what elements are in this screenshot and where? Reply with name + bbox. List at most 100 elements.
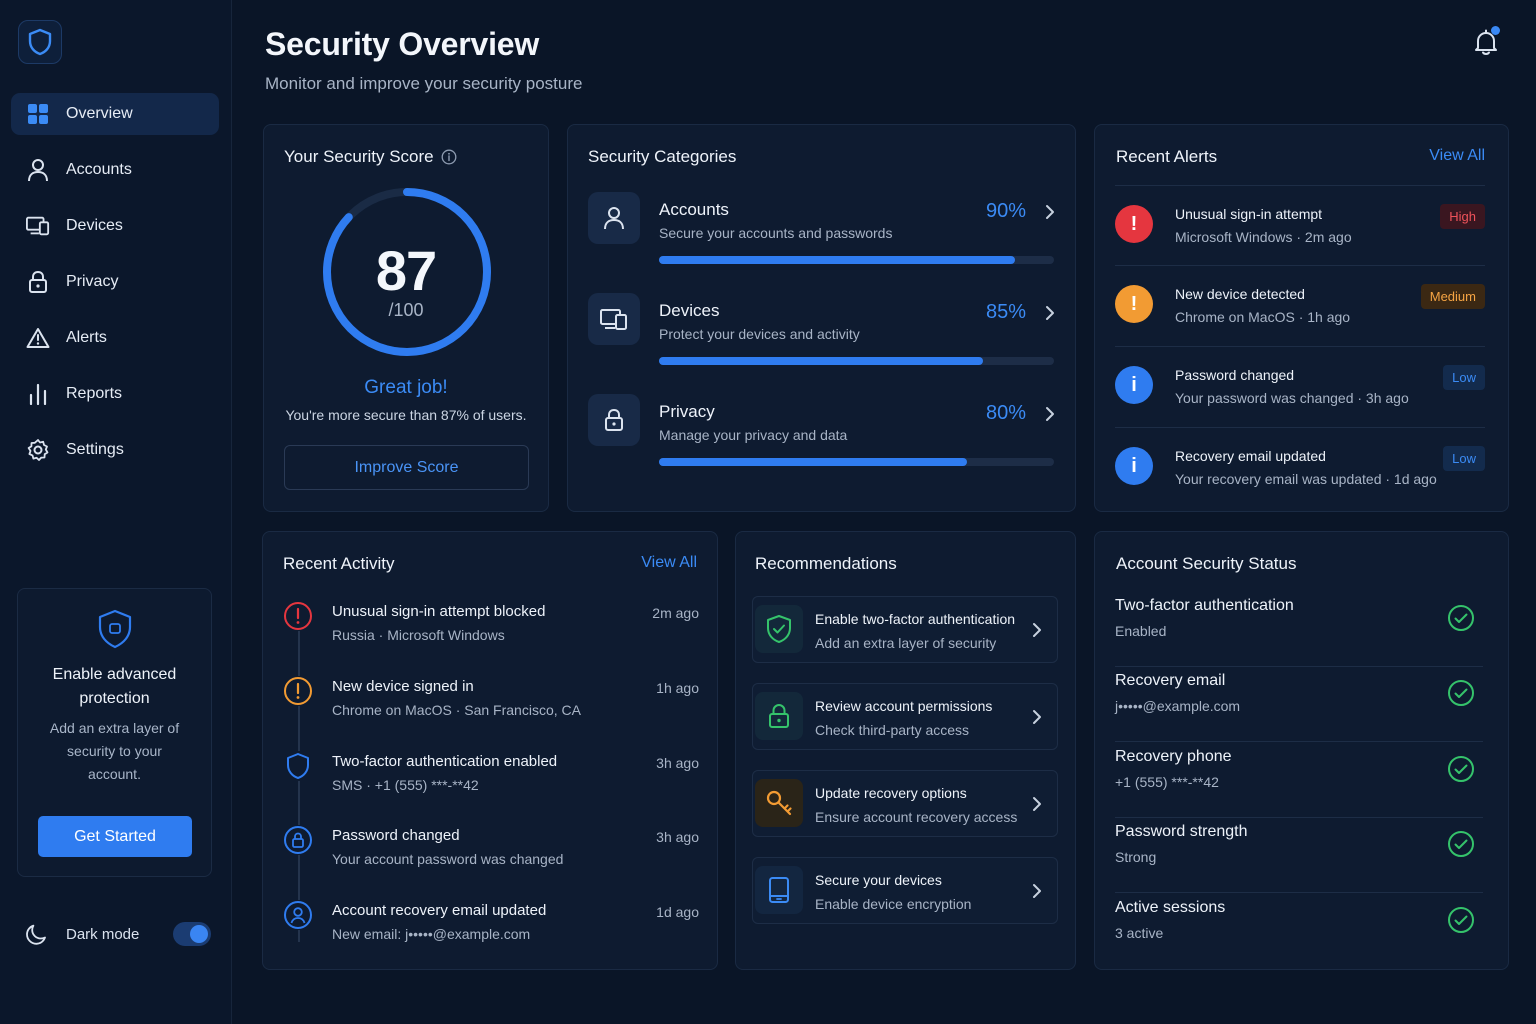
category-name: Privacy: [659, 402, 715, 421]
page-subtitle: Monitor and improve your security postur…: [265, 74, 583, 93]
status-item-title: Active sessions: [1115, 899, 1226, 916]
improve-score-button[interactable]: Improve Score: [284, 445, 529, 490]
alert-warning-icon: !: [1115, 285, 1153, 323]
score-card-title: Your Security Score: [284, 147, 434, 166]
activity-item[interactable]: New device signed in Chrome on MacOS · S…: [283, 676, 699, 746]
sidebar-item-devices[interactable]: Devices: [11, 205, 219, 247]
lock-icon: [26, 270, 50, 294]
check-circle-icon: [1448, 831, 1474, 857]
activity-title: Recent Activity: [283, 554, 395, 573]
status-item-value: 3 active: [1115, 925, 1164, 941]
alert-subtitle: Microsoft Windows · 2m ago: [1175, 229, 1352, 245]
lock-icon: [588, 394, 640, 446]
category-description: Manage your privacy and data: [659, 427, 848, 443]
dark-mode-toggle[interactable]: [173, 922, 211, 946]
activity-view-all-link[interactable]: View All: [641, 554, 697, 572]
sidebar-item-label: Devices: [66, 217, 123, 234]
shield-icon: [95, 609, 135, 649]
alert-item[interactable]: i Recovery email updated Your recovery e…: [1115, 427, 1485, 507]
categories-title: Security Categories: [588, 147, 737, 166]
alerts-title: Recent Alerts: [1116, 147, 1218, 166]
severity-badge-low: Low: [1443, 365, 1485, 390]
alert-title: Unusual sign-in attempt: [1175, 206, 1323, 222]
sidebar-item-accounts[interactable]: Accounts: [11, 149, 219, 191]
gear-icon: [26, 438, 50, 462]
dark-mode-row: Dark mode: [25, 918, 215, 950]
recommendation-item[interactable]: Review account permissions Check third-p…: [752, 683, 1058, 750]
category-progress-track: [659, 458, 1054, 466]
category-description: Protect your devices and activity: [659, 326, 860, 342]
get-started-button[interactable]: Get Started: [38, 816, 192, 857]
alert-subtitle: Your password was changed · 3h ago: [1175, 390, 1409, 406]
bar-chart-icon: [26, 382, 50, 406]
tablet-icon: [755, 866, 803, 914]
recommendation-title: Secure your devices: [815, 872, 942, 888]
toggle-knob: [190, 925, 208, 943]
account-security-status-card: Account Security Status Two-factor authe…: [1094, 531, 1509, 970]
status-item-value: Strong: [1115, 849, 1157, 865]
grid-icon: [26, 102, 50, 126]
score-max: /100: [388, 300, 424, 320]
recommendation-title: Update recovery options: [815, 785, 967, 801]
chevron-right-icon[interactable]: [1042, 303, 1058, 323]
advanced-protection-card: Enable advanced protection Add an extra …: [17, 588, 212, 877]
activity-item[interactable]: Unusual sign-in attempt blocked Russia ·…: [283, 601, 699, 671]
alert-circle-icon: [283, 601, 313, 631]
status-item-title: Password strength: [1115, 823, 1248, 840]
activity-item[interactable]: Password changed Your account password w…: [283, 825, 699, 895]
activity-item[interactable]: Two-factor authentication enabled SMS · …: [283, 751, 699, 821]
activity-time: 2m ago: [652, 605, 699, 621]
category-devices[interactable]: Devices Protect your devices and activit…: [588, 293, 1058, 373]
alert-title: Recovery email updated: [1175, 448, 1326, 464]
severity-badge-medium: Medium: [1420, 284, 1485, 309]
sidebar-item-alerts[interactable]: Alerts: [11, 317, 219, 359]
check-circle-icon: [1448, 680, 1474, 706]
alert-item[interactable]: ! Unusual sign-in attempt Microsoft Wind…: [1115, 185, 1485, 265]
chevron-right-icon[interactable]: [1042, 404, 1058, 424]
recommendation-item[interactable]: Secure your devices Enable device encryp…: [752, 857, 1058, 924]
check-circle-icon: [1448, 756, 1474, 782]
app-logo[interactable]: [18, 20, 62, 64]
category-accounts[interactable]: Accounts Secure your accounts and passwo…: [588, 192, 1058, 272]
category-progress-fill: [659, 256, 1015, 264]
warning-icon: [26, 326, 50, 350]
recommendation-item[interactable]: Update recovery options Ensure account r…: [752, 770, 1058, 837]
sidebar-item-privacy[interactable]: Privacy: [11, 261, 219, 303]
activity-time: 1h ago: [656, 680, 699, 696]
status-item: Recovery email j•••••@example.com: [1115, 666, 1483, 742]
activity-item[interactable]: Account recovery email updated New email…: [283, 900, 699, 970]
activity-title: Account recovery email updated: [332, 902, 547, 919]
shield-icon: [28, 28, 52, 56]
category-progress-track: [659, 256, 1054, 264]
alert-item[interactable]: i Password changed Your password was cha…: [1115, 346, 1485, 426]
chevron-right-icon[interactable]: [1042, 202, 1058, 222]
status-item-value: Enabled: [1115, 623, 1167, 639]
user-circle-icon: [283, 900, 313, 930]
sidebar-item-label: Settings: [66, 441, 124, 458]
recent-activity-card: Recent Activity View All Unusual sign-in…: [262, 531, 718, 970]
alert-title: New device detected: [1175, 286, 1305, 302]
moon-icon: [26, 924, 46, 945]
recommendation-item[interactable]: Enable two-factor authentication Add an …: [752, 596, 1058, 663]
chevron-right-icon: [1033, 710, 1041, 724]
category-progress-track: [659, 357, 1054, 365]
status-item: Recovery phone +1 (555) ***-**42: [1115, 742, 1483, 818]
status-item-title: Recovery email: [1115, 672, 1226, 689]
recommendation-subtitle: Check third-party access: [815, 722, 970, 738]
sidebar-item-overview[interactable]: Overview: [11, 93, 219, 135]
recommendation-subtitle: Add an extra layer of security: [815, 635, 997, 651]
sidebar-item-label: Alerts: [66, 329, 107, 346]
alerts-view-all-link[interactable]: View All: [1429, 147, 1485, 165]
alert-item[interactable]: ! New device detected Chrome on MacOS · …: [1115, 265, 1485, 345]
category-privacy[interactable]: Privacy Manage your privacy and data 80%: [588, 394, 1058, 474]
category-progress-fill: [659, 458, 968, 466]
category-percent: 85%: [985, 301, 1026, 323]
info-icon[interactable]: [441, 149, 457, 165]
notification-dot: [1491, 26, 1500, 35]
sidebar-item-settings[interactable]: Settings: [11, 429, 219, 471]
sidebar-item-reports[interactable]: Reports: [11, 373, 219, 415]
category-percent: 80%: [985, 402, 1026, 424]
recommendation-title: Enable two-factor authentication: [815, 611, 1016, 627]
severity-badge-high: High: [1440, 204, 1485, 229]
warning-circle-icon: [283, 676, 313, 706]
